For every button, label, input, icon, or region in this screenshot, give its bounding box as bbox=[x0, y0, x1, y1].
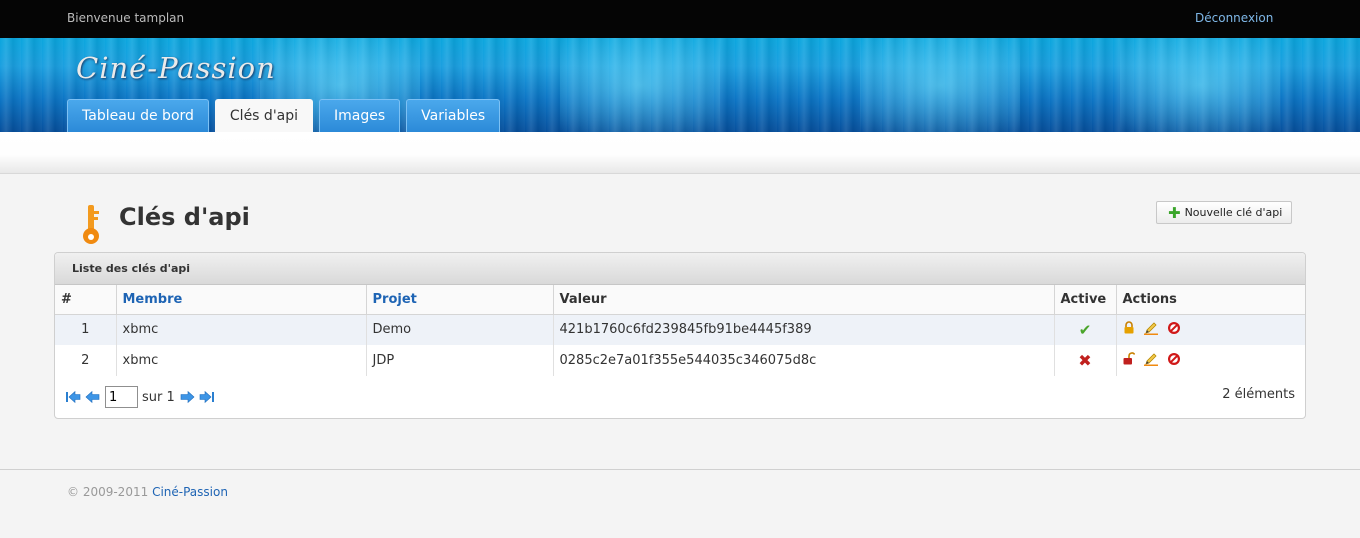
banner-glow bbox=[860, 38, 1020, 132]
column-header-actions: Actions bbox=[1116, 285, 1305, 315]
row-number: 1 bbox=[55, 314, 117, 345]
edit-icon[interactable] bbox=[1143, 321, 1158, 339]
footer-divider bbox=[0, 469, 1360, 470]
cross-icon: ✖ bbox=[1078, 351, 1092, 370]
api-keys-table: # Membre Projet Valeur Active Actions 1 … bbox=[55, 285, 1305, 376]
header-banner: Ciné-Passion Tableau de bord Clés d'api … bbox=[0, 38, 1360, 132]
delete-icon[interactable] bbox=[1167, 352, 1181, 370]
table-row: 1 xbmc Demo 421b1760c6fd239845fb91be4445… bbox=[55, 314, 1305, 345]
column-header-num: # bbox=[55, 285, 117, 315]
column-header-project[interactable]: Projet bbox=[366, 285, 554, 315]
row-active: ✖ bbox=[1054, 345, 1117, 376]
edit-icon[interactable] bbox=[1143, 352, 1158, 370]
first-page-icon[interactable] bbox=[65, 390, 81, 404]
column-header-active: Active bbox=[1054, 285, 1117, 315]
new-api-key-button[interactable]: ✚ Nouvelle clé d'api bbox=[1156, 201, 1292, 224]
row-actions bbox=[1116, 345, 1305, 376]
page-number-input[interactable] bbox=[105, 386, 138, 408]
tab-dashboard[interactable]: Tableau de bord bbox=[67, 99, 209, 132]
footer: © 2009-2011 Ciné-Passion bbox=[67, 485, 228, 499]
pagination: sur 1 bbox=[65, 386, 215, 408]
page-total-label: sur 1 bbox=[142, 389, 175, 405]
tab-images[interactable]: Images bbox=[319, 99, 401, 132]
last-page-icon[interactable] bbox=[199, 390, 215, 404]
column-header-member[interactable]: Membre bbox=[116, 285, 367, 315]
key-icon bbox=[83, 205, 99, 244]
delete-icon[interactable] bbox=[1167, 321, 1181, 339]
api-keys-panel: Liste des clés d'api # Membre Projet Val… bbox=[54, 252, 1306, 419]
footer-copyright: © 2009-2011 bbox=[67, 485, 149, 499]
logout-link[interactable]: Déconnexion bbox=[1195, 11, 1273, 25]
column-header-value: Valeur bbox=[553, 285, 1055, 315]
top-bar: Bienvenue tamplan Déconnexion bbox=[0, 0, 1360, 38]
check-icon: ✔ bbox=[1078, 320, 1092, 339]
panel-title: Liste des clés d'api bbox=[55, 253, 1305, 285]
element-count: 2 éléments bbox=[1222, 387, 1295, 402]
lock-icon[interactable] bbox=[1123, 321, 1135, 338]
sub-header-bar bbox=[0, 132, 1360, 174]
row-value: 421b1760c6fd239845fb91be4445f389 bbox=[553, 314, 1055, 345]
new-api-key-label: Nouvelle clé d'api bbox=[1184, 206, 1283, 219]
next-page-icon[interactable] bbox=[179, 390, 195, 404]
tab-api-keys[interactable]: Clés d'api bbox=[214, 99, 314, 132]
page-title: Clés d'api bbox=[119, 203, 250, 231]
site-logo[interactable]: Ciné-Passion bbox=[76, 51, 276, 85]
welcome-text: Bienvenue tamplan bbox=[67, 11, 185, 25]
row-member: xbmc bbox=[116, 314, 367, 345]
banner-glow bbox=[560, 38, 720, 132]
row-actions bbox=[1116, 314, 1305, 345]
row-number: 2 bbox=[55, 345, 117, 376]
unlock-icon[interactable] bbox=[1123, 352, 1135, 369]
banner-glow bbox=[1120, 38, 1280, 132]
tab-variables[interactable]: Variables bbox=[406, 99, 501, 132]
row-project: Demo bbox=[366, 314, 554, 345]
footer-link[interactable]: Ciné-Passion bbox=[152, 485, 228, 499]
plus-icon: ✚ bbox=[1168, 203, 1181, 222]
row-value: 0285c2e7a01f355e544035c346075d8c bbox=[553, 345, 1055, 376]
previous-page-icon[interactable] bbox=[85, 390, 101, 404]
row-project: JDP bbox=[366, 345, 554, 376]
row-active: ✔ bbox=[1054, 314, 1117, 345]
table-row: 2 xbmc JDP 0285c2e7a01f355e544035c346075… bbox=[55, 345, 1305, 376]
row-member: xbmc bbox=[116, 345, 367, 376]
main-tabs: Tableau de bord Clés d'api Images Variab… bbox=[67, 99, 501, 132]
